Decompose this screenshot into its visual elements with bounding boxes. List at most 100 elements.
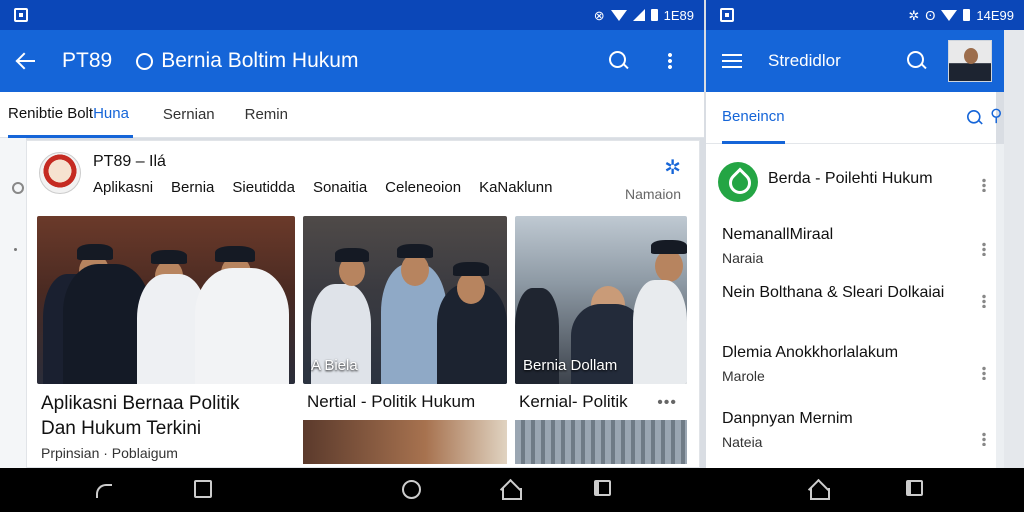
tab-bar: Renibtie Bolt Huna Sernian Remin	[0, 92, 704, 138]
list-item-title: NemanallMiraal	[722, 226, 834, 243]
app-bar: PT89 Bernia Boltim Hukum	[0, 30, 704, 92]
menu-icon[interactable]	[722, 54, 742, 68]
category-item[interactable]: Aplikasni	[93, 179, 153, 196]
more-vertical-icon[interactable]	[982, 242, 986, 256]
photo-figure	[453, 262, 489, 276]
wifi-icon	[610, 9, 627, 21]
category-item[interactable]: Celeneoion	[385, 179, 461, 196]
nav-home-circle-icon[interactable]	[402, 480, 421, 499]
header-label[interactable]: Namaion	[625, 186, 681, 202]
nav-recents-icon[interactable]	[594, 480, 611, 496]
wifi-icon	[941, 9, 958, 21]
list-item-title: Dlemia Anokkhorlalakum	[722, 344, 899, 361]
status-icons: ⊗ 1E89	[594, 8, 704, 23]
right-edge-panel	[1004, 30, 1024, 468]
navigation-bar	[0, 468, 1024, 512]
list-item[interactable]: Berda - Poilehti Hukum	[706, 144, 996, 216]
search-icon[interactable]	[608, 50, 630, 72]
tab-beneincn[interactable]: Beneincn	[722, 92, 785, 144]
share-icon[interactable]: ✲	[625, 155, 681, 180]
side-app-bar: Stredidlor	[706, 30, 1024, 92]
avatar[interactable]	[948, 40, 992, 82]
list-item[interactable]: Danpnyan Mernim Nateia	[706, 406, 996, 466]
article-title[interactable]: Aplikasni Bernaa Politik Dan Hukum Terki…	[37, 392, 295, 441]
nav-home-icon[interactable]	[500, 480, 522, 500]
more-vertical-icon[interactable]	[668, 52, 672, 70]
list-item[interactable]: NemanallMiraal Naraia	[706, 216, 996, 278]
more-vertical-icon[interactable]	[982, 178, 986, 192]
side-title: Stredidlor	[768, 51, 841, 70]
source-name[interactable]: PT89 – Ilá	[93, 153, 552, 171]
photo-figure	[401, 254, 429, 286]
card-header-actions: ✲ Namaion	[625, 155, 681, 202]
tab-remin[interactable]: Remin	[245, 92, 288, 138]
article-tile[interactable]: Bernia Dollam Kernial- Politik •••	[515, 216, 687, 464]
photo-figure	[151, 250, 187, 264]
article-thumbnail[interactable]	[303, 420, 507, 464]
search-icon[interactable]	[906, 50, 928, 72]
photo-figure	[215, 246, 255, 262]
left-edge-panel	[0, 138, 26, 468]
article-photo[interactable]	[37, 216, 295, 384]
article-title-line: Dan Hukum Terkini	[41, 417, 202, 439]
photo-figure	[655, 250, 683, 282]
photo-figure	[457, 272, 485, 304]
tab-sernian[interactable]: Sernian	[163, 92, 215, 138]
photo-figure	[195, 268, 289, 384]
leaf-icon	[718, 162, 758, 202]
nav-home-icon[interactable]	[808, 480, 830, 500]
dot-icon	[14, 248, 17, 251]
nav-square-icon[interactable]	[194, 480, 212, 498]
battery-icon	[650, 9, 658, 21]
card-header: PT89 – Ilá Aplikasni Bernia Sieutidda So…	[27, 141, 699, 209]
list-item[interactable]: Dlemia Anokkhorlalakum Marole	[706, 340, 996, 406]
list-item[interactable]: Nein Bolthana & Sleari Dolkaiai	[706, 278, 996, 340]
article-title-line: Aplikasni Bernaa Politik	[41, 393, 240, 414]
side-list: Berda - Poilehti Hukum NemanallMiraal Na…	[706, 144, 996, 468]
app-notification-icon	[720, 8, 734, 22]
photo-caption: A Biela	[311, 357, 358, 374]
article-thumbnail[interactable]	[515, 420, 687, 464]
list-item-title: Danpnyan Mernim	[722, 410, 853, 427]
back-arrow-icon[interactable]	[14, 49, 38, 73]
category-item[interactable]: Sieutidda	[232, 179, 295, 196]
status-bar-left: ⊗ 1E89	[0, 0, 704, 30]
photo-caption: Bernia Dollam	[523, 357, 618, 374]
source-info: PT89 – Ilá Aplikasni Bernia Sieutidda So…	[93, 153, 552, 196]
more-vertical-icon[interactable]	[982, 294, 986, 308]
status-time: 14E99	[976, 7, 1014, 23]
globe-icon	[136, 52, 154, 70]
nav-back-icon[interactable]	[96, 484, 112, 498]
source-logo[interactable]	[39, 152, 81, 194]
signal-icon	[632, 9, 645, 21]
app-notification-icon	[14, 8, 28, 22]
category-item[interactable]: KaNaklunn	[479, 179, 552, 196]
nav-recents-icon[interactable]	[906, 480, 923, 496]
search-icon[interactable]	[966, 109, 984, 127]
scrollbar[interactable]	[996, 144, 1004, 468]
list-item-subtitle: Nateia	[722, 434, 763, 450]
vibrate-icon: ✲	[908, 7, 920, 23]
list-item-subtitle: Naraia	[722, 250, 764, 266]
article-meta: Prpinsian · Poblaigum	[41, 445, 178, 462]
category-item[interactable]: Sonaitia	[313, 179, 367, 196]
tab-politik-hukum[interactable]: Renibtie Bolt Huna	[8, 92, 133, 138]
more-vertical-icon[interactable]	[982, 366, 986, 380]
radio-icon	[12, 182, 24, 194]
more-vertical-icon[interactable]	[982, 432, 986, 446]
category-list: Aplikasni Bernia Sieutidda Sonaitia Cele…	[93, 179, 552, 196]
article-tile[interactable]: Aplikasni Bernaa Politik Dan Hukum Terki…	[37, 216, 295, 462]
status-icons: ✲ ʘ 14E99	[908, 8, 1024, 23]
bluetooth-icon: ʘ	[925, 7, 936, 23]
alarm-icon: ⊗	[593, 7, 605, 23]
app-title: Bernia Boltim Hukum	[161, 49, 359, 72]
tab-label-accent: Huna	[93, 104, 129, 122]
article-photo[interactable]: A Biela	[303, 216, 507, 384]
more-horizontal-icon[interactable]: •••	[657, 394, 677, 412]
category-item[interactable]: Bernia	[171, 179, 214, 196]
article-photo[interactable]: Bernia Dollam	[515, 216, 687, 384]
article-tile[interactable]: A Biela Nertial - Politik Hukum	[303, 216, 507, 464]
article-title[interactable]: Nertial - Politik Hukum	[303, 392, 507, 412]
tab-label: Renibtie Bolt	[8, 104, 94, 122]
photo-figure	[397, 244, 433, 258]
